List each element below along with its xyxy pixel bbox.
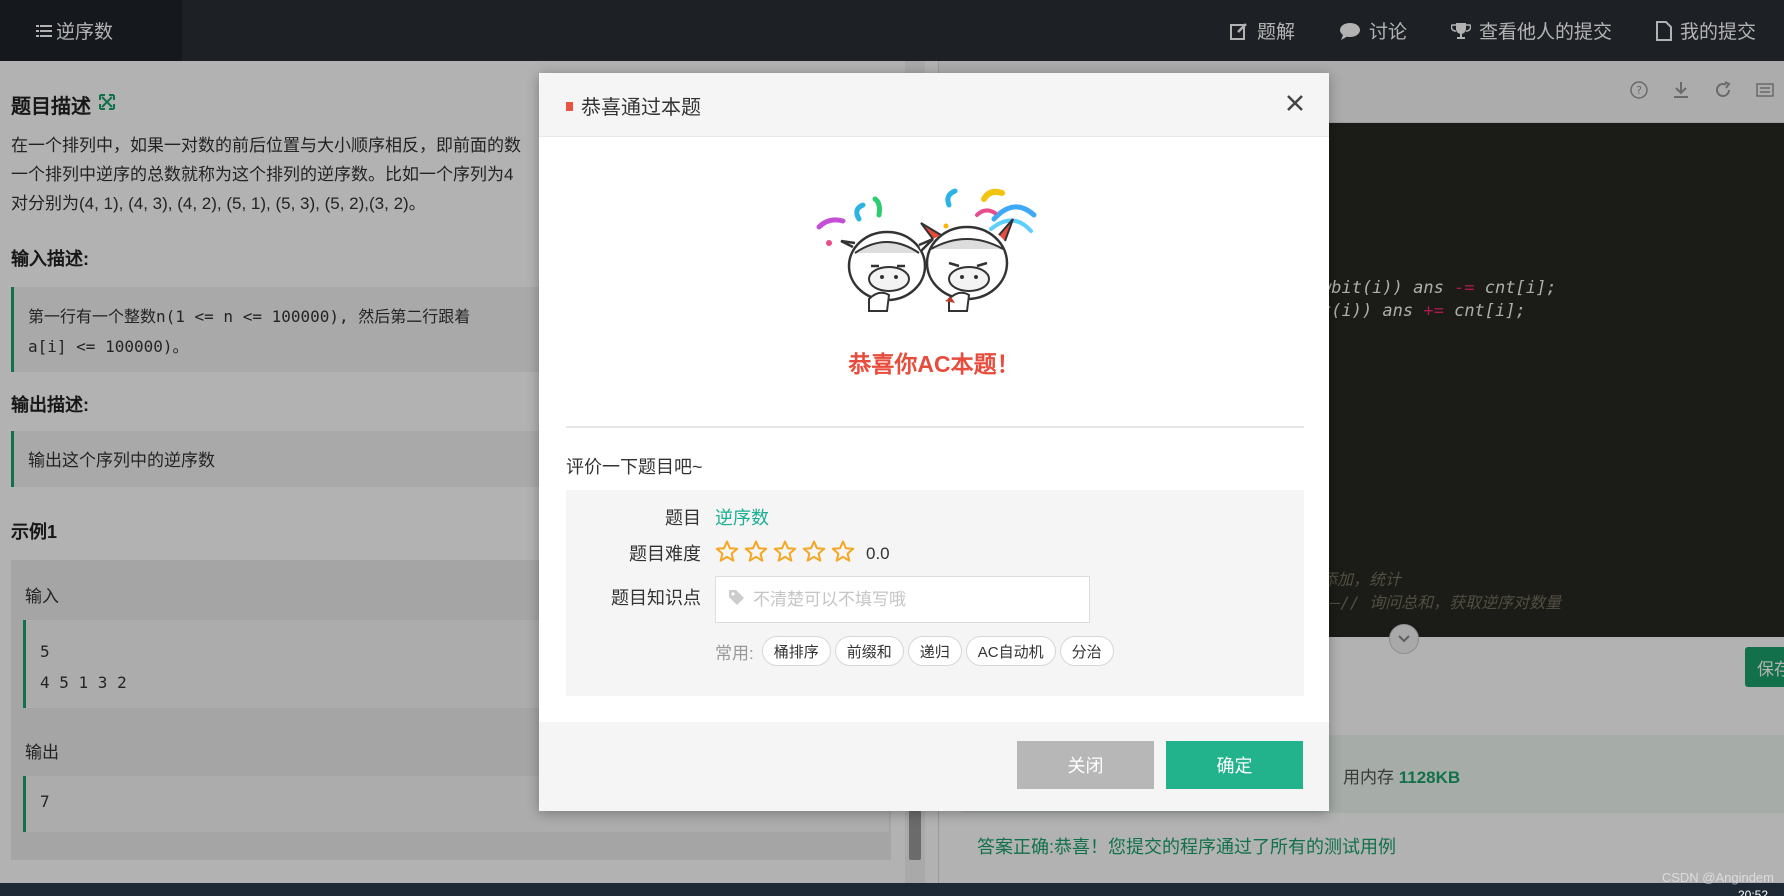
tag-input[interactable]	[753, 589, 1073, 610]
tag-chip[interactable]: 前缀和	[834, 636, 904, 666]
difficulty-label: 题目难度	[629, 544, 701, 564]
taskbar-clock: 20:52	[1737, 888, 1768, 896]
rate-prompt: 评价一下题目吧~	[566, 457, 703, 477]
confirm-button[interactable]: 确定	[1166, 741, 1303, 789]
close-icon[interactable]	[1285, 93, 1305, 118]
tag-chip[interactable]: 分治	[1059, 636, 1114, 666]
common-label: 常用:	[715, 643, 754, 663]
star-icon[interactable]	[802, 540, 826, 568]
celebration-illustration	[809, 171, 1059, 321]
star-icon[interactable]	[715, 540, 739, 568]
rating-form: 题目 逆序数 题目难度 0.0 题目知识点 常用: 桶排序 前缀和 递归 AC自…	[566, 490, 1304, 696]
tag-chip[interactable]: AC自动机	[965, 636, 1056, 666]
os-taskbar	[0, 883, 1784, 896]
close-button[interactable]: 关闭	[1017, 741, 1154, 789]
dialog-header: 恭喜通过本题	[539, 73, 1329, 137]
tag-icon	[728, 589, 745, 611]
dialog-title: 恭喜通过本题	[581, 97, 701, 119]
difficulty-stars: 0.0	[715, 540, 890, 568]
star-icon[interactable]	[773, 540, 797, 568]
tag-input-field[interactable]	[715, 576, 1090, 623]
problem-link[interactable]: 逆序数	[715, 504, 769, 530]
difficulty-score: 0.0	[866, 544, 890, 563]
tag-chip[interactable]: 递归	[907, 636, 962, 666]
congrats-text: 恭喜你AC本题！	[848, 351, 1020, 377]
dialog-footer: 关闭 确定	[539, 722, 1329, 811]
knowledge-label: 题目知识点	[611, 588, 701, 608]
problem-label: 题目	[665, 508, 701, 528]
common-tags: 常用: 桶排序 前缀和 递归 AC自动机 分治	[715, 636, 1114, 666]
star-icon[interactable]	[831, 540, 855, 568]
watermark: CSDN @Angindem	[1661, 870, 1774, 885]
star-icon[interactable]	[744, 540, 768, 568]
title-marker	[566, 102, 573, 111]
divider	[566, 426, 1304, 428]
tag-chip[interactable]: 桶排序	[761, 636, 831, 666]
ac-dialog: 恭喜通过本题 恭喜你AC本题！ 评价一下题目吧~ 题目 逆序数 题目难度 0.0…	[539, 73, 1329, 811]
